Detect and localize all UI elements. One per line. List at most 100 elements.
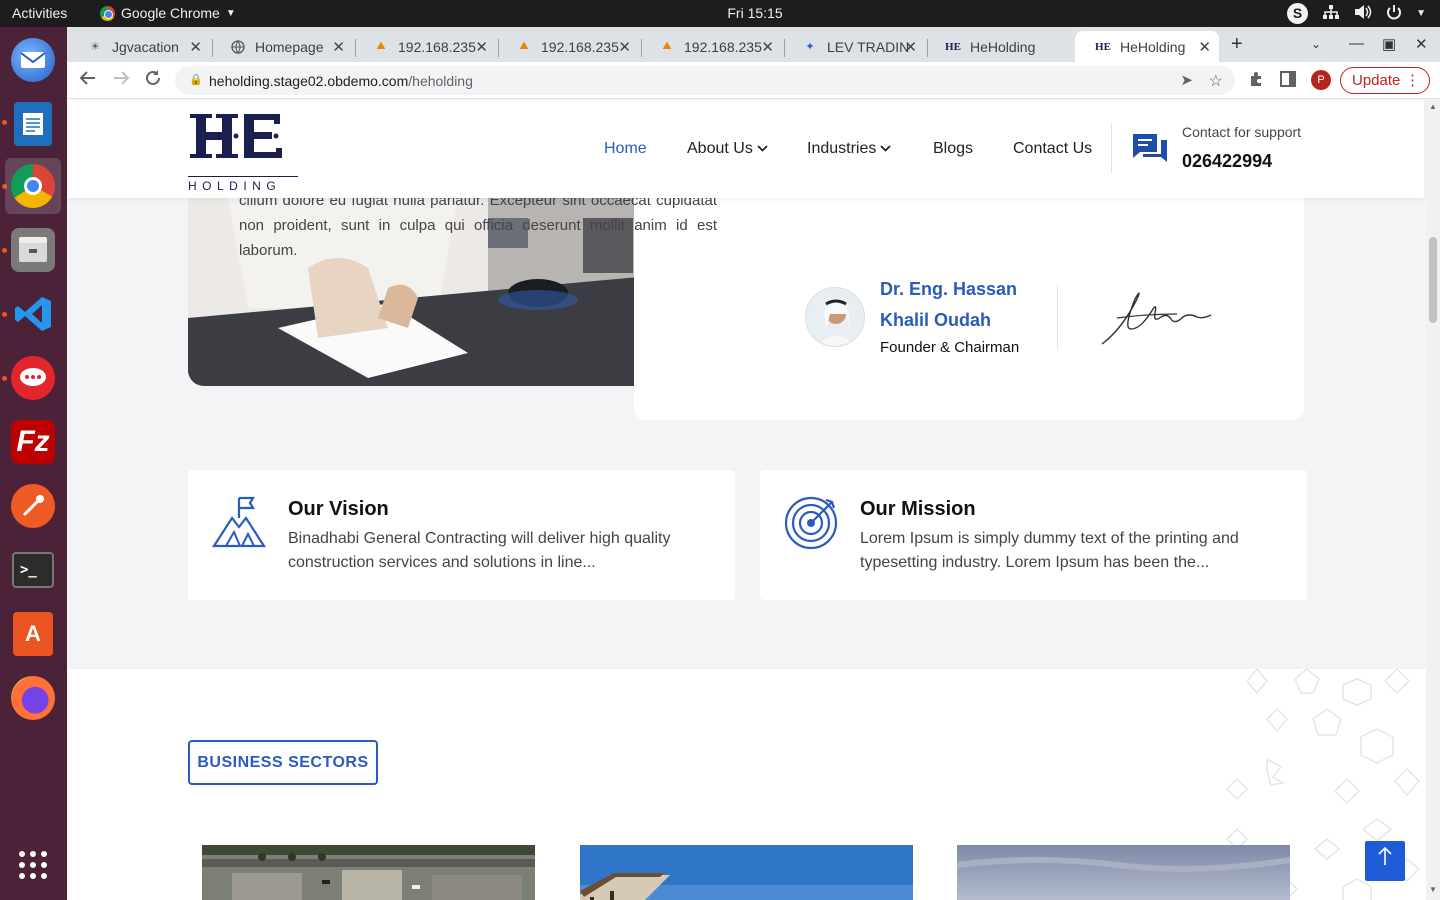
close-tab-icon[interactable]: ✕ [761, 38, 774, 56]
founder-title: Founder & Chairman [880, 339, 1020, 356]
dock-rocketchat[interactable] [5, 350, 61, 406]
system-tray[interactable]: S ▼ [1287, 3, 1426, 24]
dock: Fz >_ A [0, 27, 67, 900]
nav-industries[interactable]: Industries [807, 140, 892, 158]
business-sectors-section: BUSINESS SECTORS [67, 669, 1426, 900]
founder-avatar [805, 287, 865, 347]
tab-title: 192.168.235 [541, 38, 619, 55]
files-icon [11, 228, 55, 272]
nav-about-us[interactable]: About Us [687, 140, 768, 158]
profile-avatar[interactable]: P [1311, 70, 1331, 90]
reload-icon[interactable] [144, 69, 162, 92]
tab-phpmyadmin-3[interactable]: ⛰ 192.168.235 ✕ [639, 31, 782, 62]
kebab-menu-icon: ⋮ [1405, 72, 1420, 89]
chevron-down-icon [880, 143, 892, 155]
phpmyadmin-icon: ⛰ [519, 40, 529, 52]
network-icon[interactable] [1322, 4, 1340, 24]
nav-contact-us[interactable]: Contact Us [1013, 140, 1092, 158]
side-panel-icon[interactable] [1280, 71, 1296, 92]
chat-bubbles-icon [1131, 132, 1169, 173]
sector-image-skyline[interactable] [957, 845, 1290, 900]
chevron-down-icon: ▼ [225, 7, 236, 19]
close-tab-icon[interactable]: ✕ [189, 38, 202, 56]
tab-phpmyadmin-1[interactable]: ⛰ 192.168.235 ✕ [353, 31, 496, 62]
volume-icon[interactable] [1354, 4, 1372, 24]
phpmyadmin-icon: ⛰ [376, 40, 386, 52]
tab-search-icon[interactable]: ⌄ [1311, 37, 1321, 51]
thunderbird-icon [11, 38, 55, 82]
vision-card[interactable]: Our Vision Binadhabi General Contracting… [188, 470, 735, 600]
sector-image-building[interactable] [580, 845, 913, 900]
minimize-icon[interactable]: — [1349, 35, 1364, 52]
tab-jgvacation[interactable]: ☀ Jgvacation ✕ [67, 31, 210, 62]
skype-icon[interactable]: S [1287, 3, 1309, 24]
founder-quote: cillum dolore eu fugiat nulla pariatur. … [239, 192, 717, 259]
extensions-icon[interactable] [1248, 71, 1264, 92]
dock-thunderbird[interactable] [5, 32, 61, 88]
scroll-to-top-button[interactable] [1365, 841, 1405, 881]
app-center-icon: A [13, 612, 53, 656]
close-tab-icon[interactable]: ✕ [618, 38, 631, 56]
dock-terminal[interactable]: >_ [5, 542, 61, 598]
dock-writer[interactable] [5, 96, 61, 152]
power-icon[interactable] [1386, 4, 1402, 24]
bookmark-star-icon[interactable]: ☆ [1209, 71, 1223, 91]
show-apps-button[interactable] [5, 837, 61, 893]
close-tab-icon[interactable]: ✕ [1198, 38, 1211, 56]
close-window-icon[interactable]: ✕ [1415, 35, 1428, 53]
nav-blogs[interactable]: Blogs [933, 140, 973, 158]
support-phone[interactable]: 026422994 [1182, 151, 1272, 172]
back-icon[interactable] [79, 69, 97, 92]
page-viewport: cillum dolore eu fugiat nulla pariatur. … [67, 100, 1426, 900]
chat-icon [11, 356, 55, 400]
clock[interactable]: Fri 15:15 [727, 5, 782, 21]
lock-icon[interactable]: 🔒 [189, 73, 203, 86]
close-tab-icon[interactable]: ✕ [904, 38, 917, 56]
close-tab-icon[interactable]: ✕ [475, 38, 488, 56]
maximize-icon[interactable]: ▣ [1382, 35, 1396, 53]
dock-chrome[interactable] [5, 158, 61, 214]
tab-homepage[interactable]: Homepage ✕ [210, 31, 353, 62]
scroll-down-icon[interactable]: ▼ [1429, 885, 1437, 894]
mission-card[interactable]: Our Mission Lorem Ipsum is simply dummy … [760, 470, 1307, 600]
address-bar[interactable]: 🔒 heholding.stage02.obdemo.com/heholding… [175, 66, 1235, 95]
dock-postman[interactable] [5, 478, 61, 534]
dock-vscode[interactable] [5, 286, 61, 342]
tab-heholding-2[interactable]: HE HeHolding ✕ [1075, 31, 1219, 62]
dock-app-center[interactable]: A [5, 606, 61, 662]
founder-name[interactable]: Dr. Eng. Hassan Khalil Oudah [880, 274, 1040, 336]
tab-title: Homepage [255, 38, 324, 55]
tab-strip: ☀ Jgvacation ✕ Homepage ✕ ⛰ 192.168.235 … [67, 27, 1440, 62]
nav-home[interactable]: Home [604, 140, 647, 158]
chevron-down-icon[interactable]: ▼ [1416, 8, 1426, 19]
new-tab-button[interactable]: + [1231, 33, 1243, 56]
scrollbar-thumb[interactable] [1429, 237, 1437, 323]
update-button[interactable]: Update ⋮ [1340, 67, 1430, 94]
vision-title: Our Vision [288, 498, 389, 520]
tab-heholding-1[interactable]: HE HeHolding [925, 31, 1075, 62]
scroll-up-icon[interactable]: ▲ [1429, 102, 1437, 111]
dock-files[interactable] [5, 222, 61, 278]
activities-button[interactable]: Activities [12, 5, 67, 21]
forward-icon[interactable] [112, 69, 130, 92]
firefox-icon [11, 676, 55, 720]
dock-firefox[interactable] [5, 670, 61, 726]
site-header: HOLDING Home About Us Industries Blogs C… [67, 100, 1424, 198]
he-holding-logo[interactable]: HOLDING [188, 110, 298, 193]
target-icon [784, 494, 840, 555]
page-scrollbar[interactable]: ▲ ▼ [1426, 100, 1440, 900]
tab-title: Jgvacation [112, 38, 179, 55]
chevron-down-icon [757, 143, 768, 155]
tab-title: 192.168.235 [398, 38, 476, 55]
grid-icon [11, 843, 55, 887]
sector-image-aerial[interactable] [202, 845, 535, 900]
phpmyadmin-icon: ⛰ [662, 40, 672, 52]
app-menu[interactable]: Google Chrome ▼ [100, 5, 236, 21]
close-tab-icon[interactable]: ✕ [332, 38, 345, 56]
dock-filezilla[interactable]: Fz [5, 414, 61, 470]
os-top-bar: Activities Google Chrome ▼ Fri 15:15 S ▼ [0, 0, 1440, 27]
founder-signature [1097, 282, 1222, 352]
send-icon[interactable]: ➤ [1180, 71, 1193, 89]
tab-lev-trading[interactable]: ✦ LEV TRADIN ✕ [782, 31, 925, 62]
tab-phpmyadmin-2[interactable]: ⛰ 192.168.235 ✕ [496, 31, 639, 62]
